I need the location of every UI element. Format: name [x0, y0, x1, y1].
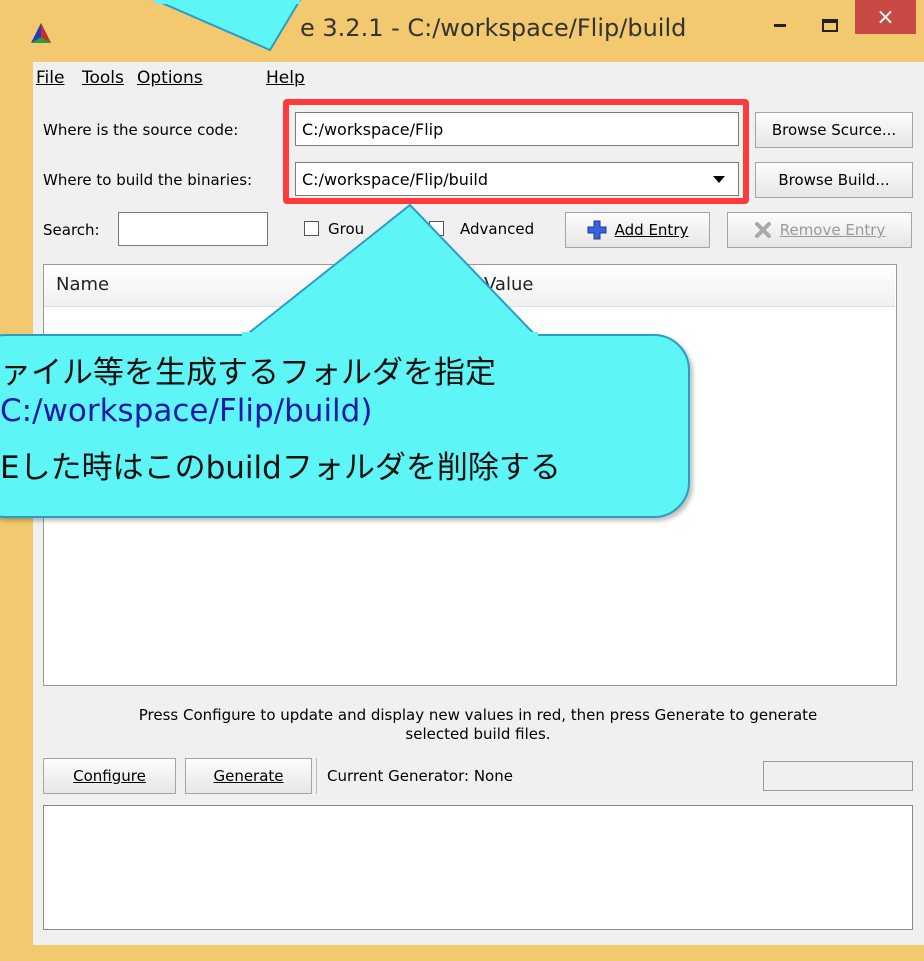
- callout-line-3: Eした時はこのbuildフォルダを削除する: [0, 450, 561, 486]
- callout-line-2: C:/workspace/Flip/build): [0, 393, 373, 429]
- callout-line-1: ァイル等を生成するフォルダを指定: [0, 355, 496, 391]
- callout-seam: [242, 332, 538, 344]
